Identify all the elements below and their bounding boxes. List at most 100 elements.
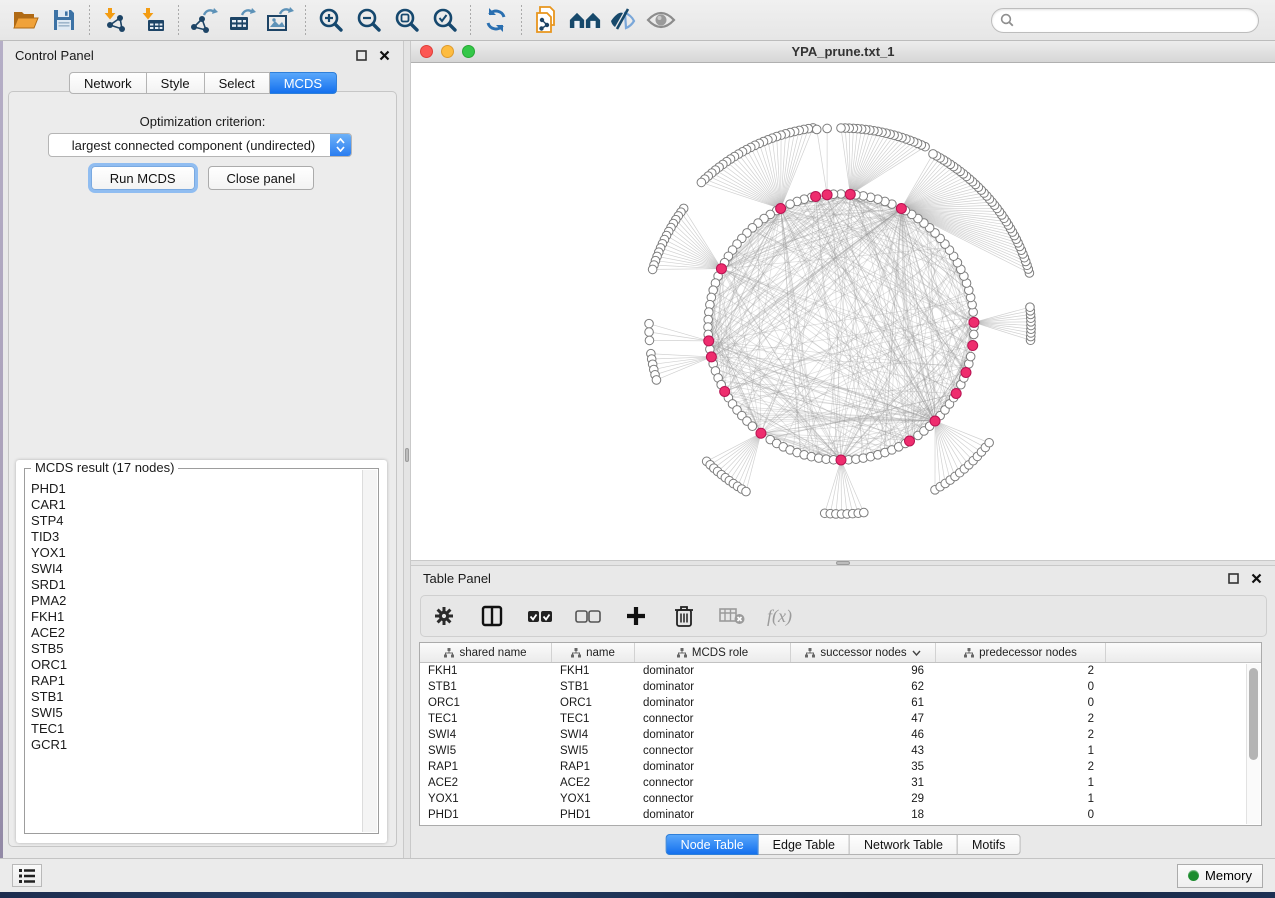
- network-canvas[interactable]: [411, 63, 1275, 560]
- run-mcds-button[interactable]: Run MCDS: [91, 166, 195, 190]
- cell-name: FKH1: [552, 665, 635, 677]
- node-table[interactable]: shared namenameMCDS rolesuccessor nodesp…: [419, 642, 1262, 826]
- table-row[interactable]: TEC1TEC1connector472: [420, 711, 1261, 727]
- cell-shared-name: SWI4: [420, 729, 552, 741]
- search-box[interactable]: [991, 8, 1259, 33]
- deselect-all-button[interactable]: [575, 603, 601, 629]
- hide-selected-button[interactable]: [607, 4, 639, 36]
- mcds-result-item[interactable]: ACE2: [31, 625, 362, 641]
- cell-shared-name: STB1: [420, 681, 552, 693]
- mcds-result-item[interactable]: SWI5: [31, 705, 362, 721]
- tab-select[interactable]: Select: [205, 72, 270, 94]
- mcds-result-item[interactable]: PMA2: [31, 593, 362, 609]
- table-options-button[interactable]: [431, 603, 457, 629]
- table-row[interactable]: RAP1RAP1dominator352: [420, 759, 1261, 775]
- zoom-in-button[interactable]: [315, 4, 347, 36]
- table-panel-title: Table Panel: [423, 571, 491, 586]
- zoom-out-icon: [356, 7, 382, 33]
- splitter-grip[interactable]: [405, 448, 409, 462]
- delete-table-button[interactable]: [719, 603, 745, 629]
- show-column-button[interactable]: [479, 603, 505, 629]
- table-row[interactable]: FKH1FKH1dominator962: [420, 663, 1261, 679]
- add-column-button[interactable]: [623, 603, 649, 629]
- mcds-list-scrollbar[interactable]: [362, 470, 377, 832]
- mcds-result-item[interactable]: GCR1: [31, 737, 362, 753]
- mcds-result-item[interactable]: RAP1: [31, 673, 362, 689]
- column-header-MCDS-role[interactable]: MCDS role: [635, 643, 791, 662]
- criterion-dropdown[interactable]: largest connected component (undirected): [48, 133, 352, 157]
- tab-network[interactable]: Network: [69, 72, 147, 94]
- cell-predecessor-nodes: 0: [936, 681, 1106, 693]
- task-history-button[interactable]: [12, 864, 42, 887]
- cell-name: PHD1: [552, 809, 635, 821]
- mcds-result-item[interactable]: SWI4: [31, 561, 362, 577]
- mcds-result-list[interactable]: PHD1CAR1STP4TID3YOX1SWI4SRD1PMA2FKH1ACE2…: [26, 479, 362, 832]
- mcds-result-item[interactable]: STP4: [31, 513, 362, 529]
- column-header-shared-name[interactable]: shared name: [420, 643, 552, 662]
- cell-name: SWI4: [552, 729, 635, 741]
- export-network-button[interactable]: [188, 4, 220, 36]
- cell-successor-nodes: 18: [791, 809, 936, 821]
- table-row[interactable]: SWI5SWI5connector431: [420, 743, 1261, 759]
- export-image-button[interactable]: [264, 4, 296, 36]
- tab-style[interactable]: Style: [147, 72, 205, 94]
- close-panel-button[interactable]: Close panel: [208, 166, 315, 190]
- mcds-result-item[interactable]: SRD1: [31, 577, 362, 593]
- mcds-result-item[interactable]: STB1: [31, 689, 362, 705]
- show-eye-icon: [646, 8, 676, 32]
- close-panel-icon[interactable]: [1250, 572, 1263, 585]
- tab-network-table[interactable]: Network Table: [850, 834, 958, 855]
- table-row[interactable]: SWI4SWI4dominator462: [420, 727, 1261, 743]
- tab-edge-table[interactable]: Edge Table: [759, 834, 850, 855]
- zoom-selected-button[interactable]: [429, 4, 461, 36]
- dropdown-stepper-icon: [330, 134, 351, 156]
- tab-motifs[interactable]: Motifs: [958, 834, 1020, 855]
- tab-mcds[interactable]: MCDS: [270, 72, 337, 94]
- mcds-result-item[interactable]: STB5: [31, 641, 362, 657]
- network-graph[interactable]: [411, 63, 1275, 560]
- tab-node-table[interactable]: Node Table: [666, 834, 759, 855]
- save-session-button[interactable]: [48, 4, 80, 36]
- table-row[interactable]: STB1STB1dominator620: [420, 679, 1261, 695]
- float-panel-icon[interactable]: [1227, 572, 1240, 585]
- first-neighbors-button[interactable]: [569, 4, 601, 36]
- table-scrollbar-thumb[interactable]: [1249, 668, 1258, 760]
- memory-button[interactable]: Memory: [1177, 864, 1263, 888]
- refresh-view-button[interactable]: [480, 4, 512, 36]
- float-panel-icon[interactable]: [355, 49, 368, 62]
- column-header-predecessor-nodes[interactable]: predecessor nodes: [936, 643, 1106, 662]
- open-file-button[interactable]: [10, 4, 42, 36]
- table-scrollbar[interactable]: [1246, 664, 1260, 824]
- splitter-grip[interactable]: [836, 561, 850, 565]
- function-builder-button[interactable]: f(x): [767, 606, 792, 627]
- table-row[interactable]: YOX1YOX1connector291: [420, 791, 1261, 807]
- column-header-successor-nodes[interactable]: successor nodes: [791, 643, 936, 662]
- cell-predecessor-nodes: 2: [936, 713, 1106, 725]
- export-table-button[interactable]: [226, 4, 258, 36]
- mcds-result-item[interactable]: TID3: [31, 529, 362, 545]
- clone-network-button[interactable]: [531, 4, 563, 36]
- cell-MCDS-role: dominator: [635, 761, 791, 773]
- import-network-button[interactable]: [99, 4, 131, 36]
- mcds-result-item[interactable]: PHD1: [31, 481, 362, 497]
- select-all-button[interactable]: [527, 603, 553, 629]
- table-row[interactable]: ACE2ACE2connector311: [420, 775, 1261, 791]
- mcds-result-item[interactable]: CAR1: [31, 497, 362, 513]
- column-header-name[interactable]: name: [552, 643, 635, 662]
- show-all-button[interactable]: [645, 4, 677, 36]
- mcds-result-item[interactable]: TEC1: [31, 721, 362, 737]
- mcds-result-item[interactable]: FKH1: [31, 609, 362, 625]
- zoom-fit-button[interactable]: [391, 4, 423, 36]
- table-row[interactable]: PHD1PHD1dominator180: [420, 807, 1261, 823]
- zoom-out-button[interactable]: [353, 4, 385, 36]
- close-panel-icon[interactable]: [378, 49, 391, 62]
- export-network-icon: [190, 7, 218, 33]
- search-input[interactable]: [1019, 13, 1250, 27]
- table-row[interactable]: ORC1ORC1dominator610: [420, 695, 1261, 711]
- delete-column-button[interactable]: [671, 603, 697, 629]
- import-table-button[interactable]: [137, 4, 169, 36]
- network-window-titlebar[interactable]: YPA_prune.txt_1: [411, 41, 1275, 63]
- vertical-splitter[interactable]: [403, 41, 411, 858]
- mcds-result-item[interactable]: YOX1: [31, 545, 362, 561]
- mcds-result-item[interactable]: ORC1: [31, 657, 362, 673]
